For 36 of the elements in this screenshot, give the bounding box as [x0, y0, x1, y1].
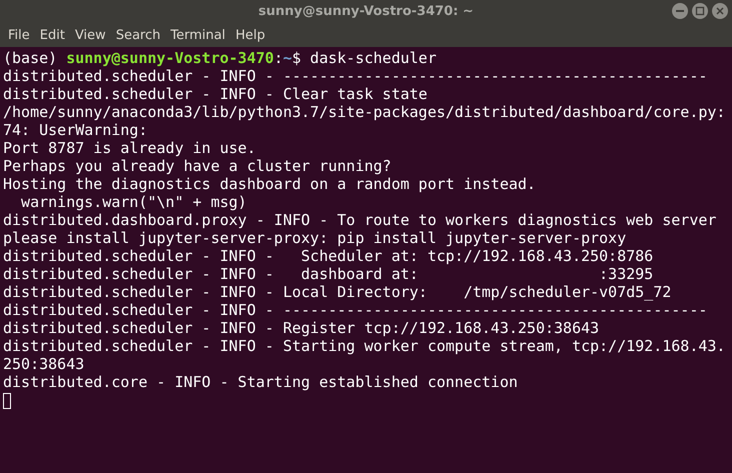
window-title: sunny@sunny-Vostro-3470: ~ [258, 4, 474, 18]
output-line: Port 8787 is already in use. [3, 139, 256, 157]
close-button[interactable] [712, 3, 728, 19]
prompt-text: (base) [3, 49, 58, 67]
maximize-icon [695, 6, 705, 16]
output-line: distributed.dashboard.proxy - INFO - To route to workers diagnostics web server [3, 211, 716, 229]
close-icon [715, 6, 725, 16]
minimize-button[interactable] [672, 3, 688, 19]
minimize-icon [676, 10, 684, 12]
output-line: Perhaps you already have a cluster running? [3, 157, 392, 175]
menu-item[interactable]: Terminal [166, 26, 232, 43]
output-line: 250:38643 [3, 355, 84, 373]
output-line: distributed.scheduler - INFO - Scheduler at: tcp://192.168.43.250:8786 [3, 247, 654, 265]
maximize-button[interactable] [692, 3, 708, 19]
menu-item[interactable]: View [70, 26, 112, 43]
prompt-text: : [274, 49, 283, 67]
prompt-text: $ dask-scheduler [292, 49, 436, 67]
output-line: warnings.warn("\n" + msg) [20, 193, 247, 211]
output-line: distributed.scheduler - INFO - ----------------------------------------------- [3, 67, 708, 85]
output-line: /home/sunny/anaconda3/lib/python3.7/site-packages/distributed/dashboard/core.py: [3, 103, 726, 121]
menu-item[interactable]: Help [231, 26, 272, 43]
menu-item[interactable]: Search [112, 26, 166, 43]
output-line: distributed.scheduler - INFO - Local Directory: /tmp/scheduler-v07d5_72 [3, 283, 672, 301]
output-line: distributed.scheduler - INFO - Starting worker compute stream, tcp://192.168.43. [3, 337, 726, 355]
output-line: distributed.scheduler - INFO - Register tcp://192.168.43.250:38643 [3, 319, 600, 337]
output-line: distributed.scheduler - INFO - dashboard at: :33295 [3, 265, 654, 283]
output-line: distributed.scheduler - INFO - Clear task state [3, 85, 428, 103]
menu-item[interactable]: File [4, 26, 36, 43]
output-line: Hosting the diagnostics dashboard on a random port instead. [3, 175, 536, 193]
output-line: distributed.scheduler - INFO - ----------------------------------------------- [3, 301, 708, 319]
output-line: distributed.core - INFO - Starting established connection [3, 373, 518, 391]
prompt-text: ~ [282, 49, 292, 67]
menu-item[interactable]: Edit [36, 26, 71, 43]
prompt-text: sunny@sunny-Vostro-3470 [66, 49, 274, 67]
output-line: 74: UserWarning: [3, 121, 148, 139]
output-line: please install jupyter-server-proxy: pip install jupyter-server-proxy [3, 229, 626, 247]
